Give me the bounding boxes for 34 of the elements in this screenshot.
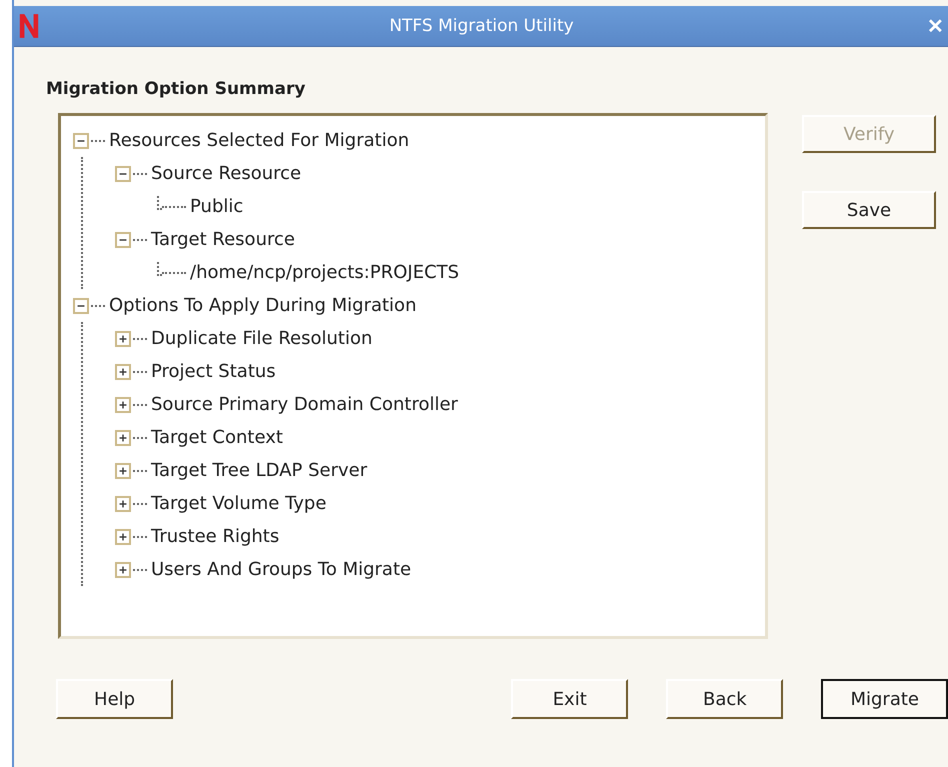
tree-item[interactable]: Trustee Rights [151, 526, 280, 547]
dialog-button[interactable]: Exit [511, 679, 628, 719]
section-heading: Migration Option Summary [46, 79, 306, 99]
tree-item[interactable]: Source Primary Domain Controller [151, 394, 458, 415]
tree-item[interactable]: /home/ncp/projects:PROJECTS [190, 262, 460, 283]
expander-icon[interactable] [115, 364, 131, 380]
tree-item[interactable]: Target Context [151, 427, 283, 448]
expander-icon[interactable] [115, 462, 131, 478]
expander-icon[interactable] [73, 132, 89, 148]
expander-icon[interactable] [115, 496, 131, 512]
tree-item[interactable]: Target Tree LDAP Server [151, 460, 368, 481]
tree-item[interactable]: Source Resource [151, 163, 302, 184]
window-title: NTFS Migration Utility [388, 16, 575, 36]
tree-item[interactable]: Users And Groups To Migrate [151, 559, 412, 580]
tree-item[interactable]: Public [190, 196, 244, 217]
expander-icon[interactable] [115, 396, 131, 412]
tree-item[interactable]: Duplicate File Resolution [151, 328, 372, 349]
tree-item[interactable]: Project Status [151, 361, 276, 382]
expander-icon[interactable] [115, 430, 131, 446]
expander-icon[interactable] [73, 298, 89, 314]
dialog-button[interactable]: Help [56, 679, 174, 719]
expander-icon[interactable] [115, 528, 131, 544]
dialog-button[interactable]: Back [666, 679, 784, 719]
side-button[interactable]: Save [802, 191, 936, 229]
tree-item[interactable]: Options To Apply During Migration [109, 295, 416, 316]
expander-icon[interactable] [115, 166, 131, 182]
tree-item[interactable]: Resources Selected For Migration [109, 130, 410, 151]
dialog-button[interactable]: Migrate [821, 679, 948, 719]
tree-item[interactable]: Target Volume Type [151, 493, 326, 514]
logo-icon [18, 12, 40, 40]
tree-item[interactable]: Target Resource [151, 229, 295, 250]
expander-icon[interactable] [115, 330, 131, 346]
expander-icon[interactable] [115, 562, 131, 578]
expander-icon[interactable] [115, 232, 131, 248]
